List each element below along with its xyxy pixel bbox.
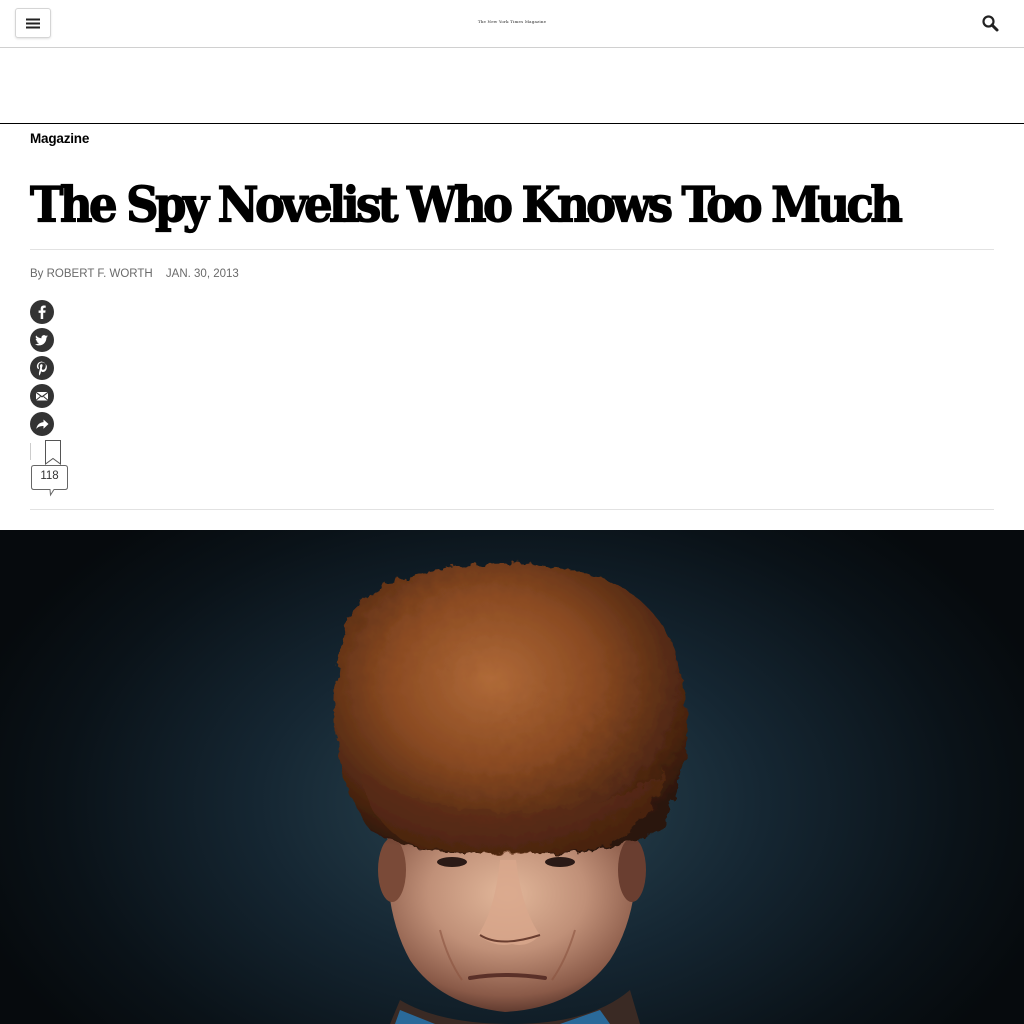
comment-count: 118: [40, 470, 59, 482]
ad-placeholder: [0, 48, 1024, 124]
share-arrow-icon: [36, 419, 49, 429]
byline-prefix: By: [30, 268, 44, 280]
author-name[interactable]: ROBERT F. WORTH: [47, 268, 153, 280]
bookmark-icon: [45, 440, 61, 465]
share-pinterest-button[interactable]: [30, 356, 54, 380]
pinterest-icon: [36, 361, 47, 376]
byline: By ROBERT F. WORTH JAN. 30, 2013: [30, 268, 239, 280]
publish-date: JAN. 30, 2013: [165, 268, 239, 280]
share-divider: [30, 509, 994, 510]
email-icon: [35, 391, 49, 401]
share-facebook-button[interactable]: [30, 300, 54, 324]
search-button[interactable]: [980, 13, 1002, 35]
hero-image: [0, 530, 1024, 1024]
site-logo[interactable]: The New York Times Magazine: [462, 19, 562, 24]
facebook-icon: [38, 305, 46, 319]
top-bar: The New York Times Magazine: [0, 0, 1024, 48]
share-more-button[interactable]: [30, 412, 54, 436]
save-article-button[interactable]: [44, 440, 62, 466]
save-divider: [30, 443, 31, 460]
share-twitter-button[interactable]: [30, 328, 54, 352]
hamburger-menu-icon: [26, 18, 40, 28]
portrait-man-fur-hat: [334, 563, 687, 1024]
article-headline: The Spy Novelist Who Knows Too Much: [29, 175, 903, 234]
search-icon: [982, 15, 999, 32]
twitter-icon: [35, 335, 48, 346]
section-link[interactable]: Magazine: [30, 131, 89, 146]
comments-button[interactable]: 118: [31, 465, 68, 497]
share-email-button[interactable]: [30, 384, 54, 408]
headline-divider: [30, 249, 994, 250]
menu-button[interactable]: [15, 8, 51, 38]
